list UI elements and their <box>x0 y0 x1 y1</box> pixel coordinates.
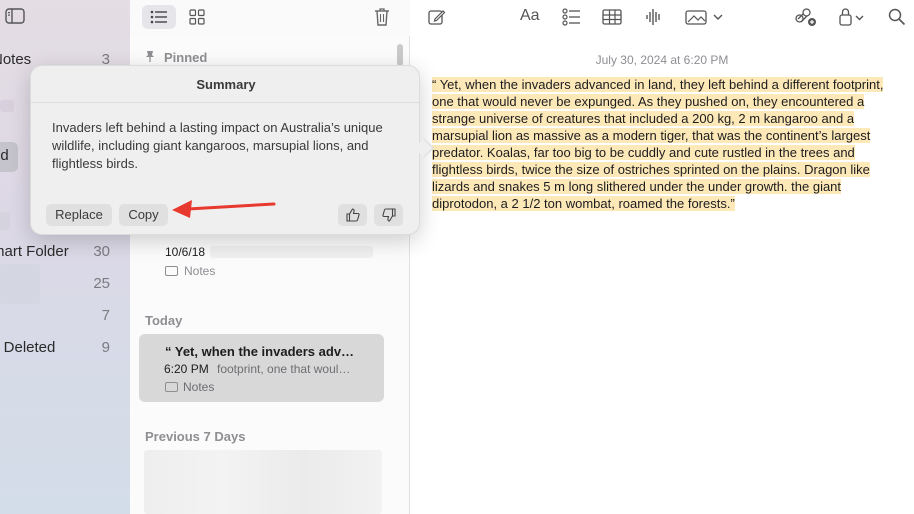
editor-toolbar: Aa <box>410 0 914 36</box>
format-text-icon[interactable]: Aa <box>520 7 540 25</box>
thumbs-down-button[interactable] <box>374 204 403 226</box>
list-view-icon <box>150 10 167 24</box>
thumbs-up-button[interactable] <box>338 204 367 226</box>
note-title: “ Yet, when the invaders adv… <box>165 344 355 359</box>
annotation-arrow-icon <box>172 200 276 218</box>
thumbs-up-icon <box>345 208 360 222</box>
note-body[interactable]: “ Yet, when the invaders advanced in lan… <box>432 76 892 212</box>
note-folder: Notes <box>183 380 215 394</box>
blurred-preview <box>210 246 373 258</box>
divider <box>31 102 419 103</box>
previous-7-days-section-label: Previous 7 Days <box>145 429 246 444</box>
blurred-block <box>0 100 14 112</box>
note-date-header: July 30, 2024 at 6:20 PM <box>595 53 729 67</box>
sidebar-item-count: 9 <box>101 339 110 356</box>
sidebar-item-count: 25 <box>93 275 110 292</box>
blurred-note-item <box>144 450 382 514</box>
media-icon[interactable] <box>685 8 725 26</box>
note-editor: Aa July 30, 2024 at 6:20 PM “ Yet, when … <box>410 0 914 514</box>
today-section-label: Today <box>145 313 183 328</box>
selected-note-item[interactable]: “ Yet, when the invaders adv… 6:20 PM fo… <box>139 334 384 402</box>
list-view-button[interactable] <box>142 5 176 29</box>
pin-icon <box>146 51 154 62</box>
checklist-icon[interactable] <box>562 8 582 26</box>
note-folder: Notes <box>184 264 216 278</box>
sidebar-item-folder[interactable]: 7 <box>0 305 118 327</box>
note-date: 10/6/18 <box>165 245 206 259</box>
folder-icon <box>165 266 178 276</box>
scrollbar-thumb[interactable] <box>397 44 403 66</box>
compose-icon[interactable] <box>428 8 446 26</box>
sidebar-item-smart-folder[interactable]: mart Folder 30 <box>0 241 118 263</box>
table-icon[interactable] <box>602 9 622 25</box>
sidebar-item-recently-deleted[interactable]: y Deleted 9 <box>0 337 118 359</box>
list-toolbar <box>130 0 410 36</box>
summary-text: Invaders left behind a lasting impact on… <box>52 120 383 171</box>
note-time: 6:20 PM <box>164 362 209 376</box>
sidebar-item-label: y Deleted <box>0 339 56 356</box>
trash-icon[interactable] <box>374 7 390 26</box>
gallery-view-icon[interactable] <box>189 9 205 25</box>
sidebar-item-folder[interactable]: 25 <box>0 273 118 295</box>
blurred-block <box>0 212 10 230</box>
sidebar-toggle-icon[interactable] <box>5 8 25 24</box>
sidebar-item-label: mart Folder <box>0 243 69 260</box>
pinned-section-label: Pinned <box>164 50 208 65</box>
search-icon[interactable] <box>888 8 906 26</box>
lock-icon[interactable] <box>838 7 866 27</box>
audio-waveform-icon[interactable] <box>646 8 662 26</box>
sidebar-item-label: ud <box>0 147 9 164</box>
collaborate-icon[interactable] <box>795 7 817 27</box>
popover-title: Summary <box>196 77 256 92</box>
sidebar-item-count: 7 <box>101 307 110 324</box>
thumbs-down-icon <box>381 208 396 222</box>
highlighted-text: “ Yet, when the invaders advanced in lan… <box>432 77 884 211</box>
replace-button[interactable]: Replace <box>46 204 112 226</box>
copy-button[interactable]: Copy <box>119 204 168 226</box>
sidebar-item-count: 30 <box>93 243 110 260</box>
folder-icon <box>165 382 178 392</box>
sidebar-item-label: Notes <box>0 51 32 68</box>
note-preview: footprint, one that woul… <box>217 362 351 376</box>
